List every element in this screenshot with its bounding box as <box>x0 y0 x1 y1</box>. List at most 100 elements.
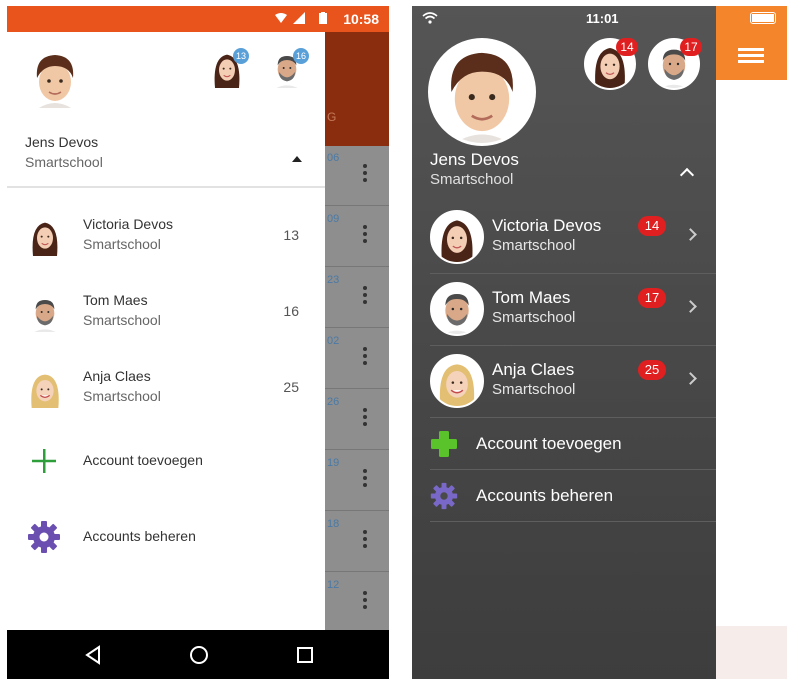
add-account-button[interactable]: Account toevoegen <box>412 418 716 470</box>
back-icon[interactable] <box>81 643 105 667</box>
background-row[interactable]: 19 <box>325 451 389 511</box>
android-phone: 10:58 G 06 09 23 02 26 19 18 12 13 16 Je… <box>7 6 389 679</box>
background-row[interactable]: 06 <box>325 146 389 206</box>
unread-count: 16 <box>283 303 299 319</box>
unread-badge: 13 <box>233 48 249 64</box>
signal-icon <box>293 12 305 24</box>
overflow-menu-icon[interactable] <box>363 469 367 490</box>
background-app-header: G <box>325 32 389 146</box>
overflow-menu-icon[interactable] <box>363 225 367 246</box>
manage-accounts-label: Accounts beheren <box>476 486 614 505</box>
overflow-menu-icon[interactable] <box>363 591 367 612</box>
current-account-subtitle: Smartschool <box>430 171 514 188</box>
account-name: Victoria Devos <box>492 216 602 235</box>
account-name: Tom Maes <box>83 292 148 308</box>
overflow-menu-icon[interactable] <box>363 286 367 307</box>
comparison-stage: 10:58 G 06 09 23 02 26 19 18 12 13 16 Je… <box>0 0 787 679</box>
overflow-menu-icon[interactable] <box>363 408 367 429</box>
ios-phone: 11:01 14 17 Jens Devos Smartschool Victo… <box>412 6 787 679</box>
background-row[interactable]: 12 <box>325 573 389 633</box>
plus-icon <box>431 431 457 457</box>
unread-count: 13 <box>283 227 299 243</box>
avatar <box>25 366 65 410</box>
chevron-up-icon[interactable] <box>679 167 695 183</box>
account-row-tom[interactable]: Tom Maes Smartschool 16 <box>7 274 325 350</box>
account-name: Victoria Devos <box>83 216 174 232</box>
unread-badge: 14 <box>638 216 666 236</box>
overflow-menu-icon[interactable] <box>363 347 367 368</box>
battery-icon <box>319 12 327 24</box>
background-row[interactable]: 23 <box>325 268 389 328</box>
manage-accounts-button[interactable]: Accounts beheren <box>412 470 716 522</box>
unread-badge: 25 <box>638 360 666 380</box>
account-name: Tom Maes <box>492 288 571 307</box>
add-account-button[interactable]: Account toevoegen <box>7 430 325 490</box>
avatar <box>25 214 65 258</box>
account-subtitle: Smartschool <box>492 381 576 398</box>
background-row[interactable]: 18 <box>325 512 389 572</box>
android-nav-bar <box>7 630 389 679</box>
avatar <box>432 356 482 406</box>
status-time: 10:58 <box>343 11 379 27</box>
background-row[interactable]: 26 <box>325 390 389 450</box>
background-app-footer <box>716 626 787 679</box>
chevron-right-icon <box>684 228 697 241</box>
chevron-right-icon <box>684 300 697 313</box>
plus-icon <box>32 449 56 473</box>
account-subtitle: Smartschool <box>83 388 161 404</box>
avatar <box>432 284 482 334</box>
background-app-list: 06 09 23 02 26 19 18 12 <box>325 146 389 633</box>
account-row-tom[interactable]: Tom Maes Smartschool 17 <box>412 274 716 346</box>
gear-icon <box>28 521 60 553</box>
account-row-victoria[interactable]: Victoria Devos Smartschool 13 <box>7 198 325 274</box>
current-account-name: Jens Devos <box>25 134 99 150</box>
account-row-victoria[interactable]: Victoria Devos Smartschool 14 <box>412 202 716 274</box>
manage-accounts-label: Accounts beheren <box>83 528 196 544</box>
home-icon[interactable] <box>187 643 211 667</box>
unread-badge: 16 <box>293 48 309 64</box>
divider <box>430 521 716 522</box>
current-account-subtitle: Smartschool <box>25 154 103 170</box>
unread-badge: 14 <box>616 38 638 56</box>
unread-count: 25 <box>283 379 299 395</box>
mini-avatar-tom[interactable]: 17 <box>648 38 702 90</box>
add-account-label: Account toevoegen <box>83 452 203 468</box>
overflow-menu-icon[interactable] <box>363 530 367 551</box>
mini-avatar-victoria[interactable]: 13 <box>207 48 249 88</box>
background-row[interactable]: 09 <box>325 207 389 267</box>
unread-badge: 17 <box>638 288 666 308</box>
account-subtitle: Smartschool <box>492 237 576 254</box>
mini-avatar-tom[interactable]: 16 <box>267 48 309 88</box>
account-subtitle: Smartschool <box>83 236 161 252</box>
background-tab-letter: G <box>327 110 337 124</box>
manage-accounts-button[interactable]: Accounts beheren <box>7 506 325 566</box>
wifi-icon <box>275 13 287 23</box>
collapse-triangle-icon[interactable] <box>292 156 302 162</box>
avatar <box>431 41 533 143</box>
drawer-header[interactable]: 13 16 Jens Devos Smartschool <box>7 32 325 188</box>
add-account-label: Account toevoegen <box>476 434 622 453</box>
account-row-anja[interactable]: Anja Claes Smartschool 25 <box>412 346 716 418</box>
avatar <box>25 290 65 334</box>
ios-account-drawer: 11:01 14 17 Jens Devos Smartschool Victo… <box>412 6 716 679</box>
account-name: Anja Claes <box>83 368 151 384</box>
android-account-drawer: 13 16 Jens Devos Smartschool Victoria De… <box>7 32 325 630</box>
current-account-name: Jens Devos <box>430 150 519 169</box>
gear-icon <box>430 482 458 510</box>
recents-icon[interactable] <box>293 643 317 667</box>
account-subtitle: Smartschool <box>83 312 161 328</box>
account-name: Anja Claes <box>492 360 575 379</box>
android-status-bar: 10:58 <box>7 6 389 32</box>
current-account-avatar[interactable] <box>428 38 536 146</box>
background-app-header <box>716 6 787 80</box>
background-row[interactable]: 02 <box>325 329 389 389</box>
overflow-menu-icon[interactable] <box>363 164 367 185</box>
unread-badge: 17 <box>680 38 702 56</box>
account-row-anja[interactable]: Anja Claes Smartschool 25 <box>7 350 325 426</box>
account-subtitle: Smartschool <box>492 309 576 326</box>
current-account-avatar[interactable] <box>25 48 85 108</box>
hamburger-menu-icon[interactable] <box>738 48 764 66</box>
mini-avatar-victoria[interactable]: 14 <box>584 38 638 90</box>
wifi-icon <box>422 12 438 24</box>
battery-icon <box>750 12 776 24</box>
